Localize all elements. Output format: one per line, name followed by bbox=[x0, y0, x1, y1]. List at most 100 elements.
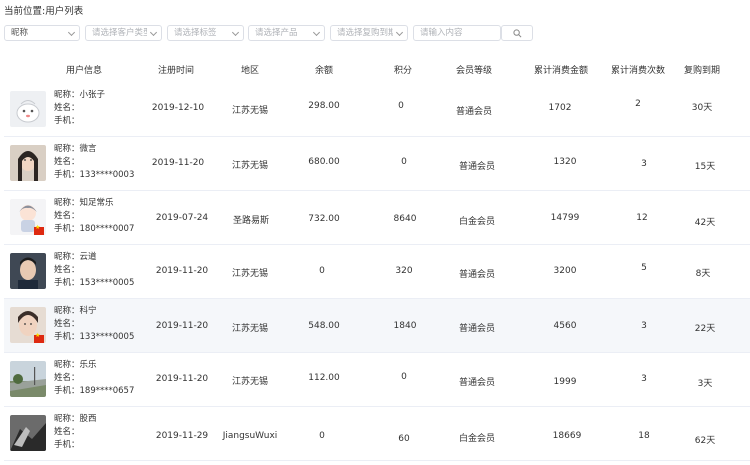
region: JiangsuWuxi bbox=[222, 431, 278, 441]
chevron-down-icon bbox=[395, 28, 404, 37]
purchase-count: 3 bbox=[641, 159, 647, 169]
total-spent: 4560 bbox=[553, 321, 577, 331]
flag-icon bbox=[34, 332, 44, 343]
points: 8640 bbox=[393, 214, 417, 224]
member-level: 普通会员 bbox=[458, 324, 496, 334]
reg-date: 2019-11-29 bbox=[155, 431, 209, 441]
chevron-down-icon bbox=[149, 28, 158, 37]
chevron-down-icon bbox=[231, 28, 240, 37]
points: 1840 bbox=[393, 321, 417, 331]
nickname-select[interactable]: 昵称 bbox=[4, 25, 80, 41]
avatar bbox=[10, 253, 46, 289]
table-header: 用户信息 注册时间 地区 余额 积分 会员等级 累计消费金额 累计消费次数 复购… bbox=[4, 55, 750, 83]
breadcrumb: 当前位置:用户列表 bbox=[4, 6, 84, 17]
repurchase-select[interactable]: 请选择复购到期 bbox=[330, 25, 408, 41]
user-info: 昵称：乐乐 姓名： 手机：189****0657 bbox=[54, 360, 135, 396]
reg-date: 2019-11-20 bbox=[151, 158, 205, 168]
repurchase-due: 15天 bbox=[694, 162, 716, 172]
member-level: 白金会员 bbox=[458, 217, 496, 227]
avatar bbox=[10, 361, 46, 397]
col-header: 注册时间 bbox=[157, 66, 195, 76]
region: 江苏无锡 bbox=[231, 161, 269, 171]
chevron-down-icon bbox=[312, 28, 321, 37]
table-row[interactable]: 昵称：乐乐 姓名： 手机：189****0657 2019-11-20 江苏无锡… bbox=[4, 353, 750, 407]
balance: 112.00 bbox=[308, 373, 340, 383]
col-header: 累计消费金额 bbox=[533, 66, 589, 76]
total-spent: 3200 bbox=[553, 266, 577, 276]
balance: 732.00 bbox=[308, 214, 340, 224]
total-spent: 1999 bbox=[553, 377, 577, 387]
member-level: 白金会员 bbox=[458, 434, 496, 444]
total-spent: 14799 bbox=[550, 213, 580, 223]
table-row[interactable]: 昵称：微言 姓名： 手机：133****0003 2019-11-20 江苏无锡… bbox=[4, 137, 750, 191]
table-row[interactable]: 昵称：知足常乐 姓名： 手机：180****0007 2019-07-24 圣路… bbox=[4, 191, 750, 245]
points: 320 bbox=[395, 266, 413, 276]
purchase-count: 18 bbox=[638, 431, 650, 441]
member-level: 普通会员 bbox=[458, 378, 496, 388]
reg-date: 2019-11-20 bbox=[155, 321, 209, 331]
purchase-count: 3 bbox=[641, 374, 647, 384]
col-header: 地区 bbox=[240, 66, 260, 76]
repurchase-due: 30天 bbox=[691, 103, 713, 113]
total-spent: 1702 bbox=[548, 103, 572, 113]
purchase-count: 5 bbox=[641, 263, 647, 273]
balance: 298.00 bbox=[308, 101, 340, 111]
balance: 0 bbox=[319, 266, 325, 276]
table-row[interactable]: 昵称：科宁 姓名： 手机：133****0005 2019-11-20 江苏无锡… bbox=[4, 299, 750, 353]
repurchase-due: 22天 bbox=[694, 324, 716, 334]
table-row[interactable]: 昵称：云道 姓名： 手机：153****0005 2019-11-20 江苏无锡… bbox=[4, 245, 750, 299]
user-info: 昵称：知足常乐 姓名： 手机：180****0007 bbox=[54, 198, 135, 234]
customer-type-select[interactable]: 请选择客户类型 bbox=[85, 25, 162, 41]
repurchase-due: 8天 bbox=[695, 269, 711, 279]
avatar bbox=[10, 91, 46, 127]
member-level: 普通会员 bbox=[455, 107, 493, 117]
reg-date: 2019-11-20 bbox=[155, 266, 209, 276]
col-header: 会员等级 bbox=[455, 66, 493, 76]
points: 0 bbox=[398, 101, 404, 111]
product-select[interactable]: 请选择产品 bbox=[248, 25, 325, 41]
avatar bbox=[10, 415, 46, 451]
chevron-down-icon bbox=[67, 28, 76, 37]
purchase-count: 12 bbox=[636, 213, 648, 223]
region: 江苏无锡 bbox=[231, 269, 269, 279]
reg-date: 2019-11-20 bbox=[155, 374, 209, 384]
region: 江苏无锡 bbox=[231, 324, 269, 334]
points: 0 bbox=[401, 157, 407, 167]
region: 圣路易斯 bbox=[232, 216, 270, 226]
user-info: 昵称：科宁 姓名： 手机：133****0005 bbox=[54, 306, 135, 342]
user-info: 昵称：小张子 姓名： 手机： bbox=[54, 90, 106, 126]
points: 0 bbox=[401, 372, 407, 382]
purchase-count: 3 bbox=[641, 321, 647, 331]
user-info: 昵称：股西 姓名： 手机： bbox=[54, 414, 97, 450]
balance: 548.00 bbox=[308, 321, 340, 331]
search-button[interactable] bbox=[501, 25, 533, 41]
table-row[interactable]: 昵称：小张子 姓名： 手机： 2019-12-10 江苏无锡 298.00 0 … bbox=[4, 83, 750, 137]
points: 60 bbox=[398, 434, 410, 444]
total-spent: 1320 bbox=[553, 157, 577, 167]
repurchase-due: 42天 bbox=[694, 218, 716, 228]
repurchase-due: 62天 bbox=[694, 436, 716, 446]
col-header: 累计消费次数 bbox=[610, 66, 666, 76]
user-table: 用户信息 注册时间 地区 余额 积分 会员等级 累计消费金额 累计消费次数 复购… bbox=[4, 55, 750, 461]
balance: 0 bbox=[319, 431, 325, 441]
table-row[interactable]: 昵称：股西 姓名： 手机： 2019-11-29 JiangsuWuxi 0 6… bbox=[4, 407, 750, 461]
reg-date: 2019-12-10 bbox=[151, 103, 205, 113]
member-level: 普通会员 bbox=[458, 270, 496, 280]
member-level: 普通会员 bbox=[458, 162, 496, 172]
user-info: 昵称：微言 姓名： 手机：133****0003 bbox=[54, 144, 135, 180]
user-info: 昵称：云道 姓名： 手机：153****0005 bbox=[54, 252, 135, 288]
col-header: 复购到期 bbox=[683, 66, 721, 76]
flag-icon bbox=[34, 224, 44, 235]
total-spent: 18669 bbox=[552, 431, 582, 441]
search-icon bbox=[512, 28, 521, 37]
purchase-count: 2 bbox=[635, 99, 641, 109]
region: 江苏无锡 bbox=[231, 377, 269, 387]
balance: 680.00 bbox=[308, 157, 340, 167]
reg-date: 2019-07-24 bbox=[155, 213, 209, 223]
search-input[interactable]: 请输入内容 bbox=[413, 25, 501, 41]
region: 江苏无锡 bbox=[231, 106, 269, 116]
col-header: 用户信息 bbox=[65, 66, 103, 76]
col-header: 积分 bbox=[393, 66, 413, 76]
col-header: 余额 bbox=[314, 66, 334, 76]
tag-select[interactable]: 请选择标签 bbox=[167, 25, 244, 41]
